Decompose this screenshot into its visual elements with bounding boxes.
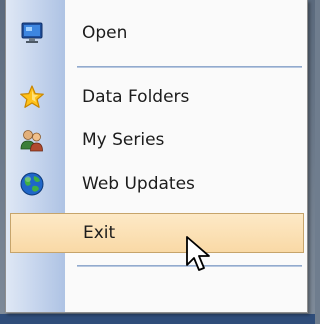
context-menu: Open Data Folders My Series Web Updates … xyxy=(5,0,308,313)
menu-item-label-exit: Exit xyxy=(83,223,116,243)
globe-icon xyxy=(19,171,45,197)
menu-item-label-my-series: My Series xyxy=(82,130,165,150)
monitor-icon xyxy=(19,20,45,46)
arrow-cursor-icon xyxy=(185,235,215,275)
menu-item-label-data-folders: Data Folders xyxy=(82,87,190,107)
people-icon xyxy=(19,127,45,153)
taskbar-strip xyxy=(0,314,315,324)
menu-item-my-series[interactable]: My Series xyxy=(6,120,307,160)
menu-separator xyxy=(77,66,302,68)
menu-item-data-folders[interactable]: Data Folders xyxy=(6,77,307,117)
menu-item-web-updates[interactable]: Web Updates xyxy=(6,164,307,204)
menu-item-exit[interactable]: Exit xyxy=(10,213,304,253)
menu-item-label-open: Open xyxy=(82,23,128,43)
menu-item-open[interactable]: Open xyxy=(6,13,307,53)
star-icon xyxy=(19,84,45,110)
menu-item-label-web-updates: Web Updates xyxy=(82,174,195,194)
